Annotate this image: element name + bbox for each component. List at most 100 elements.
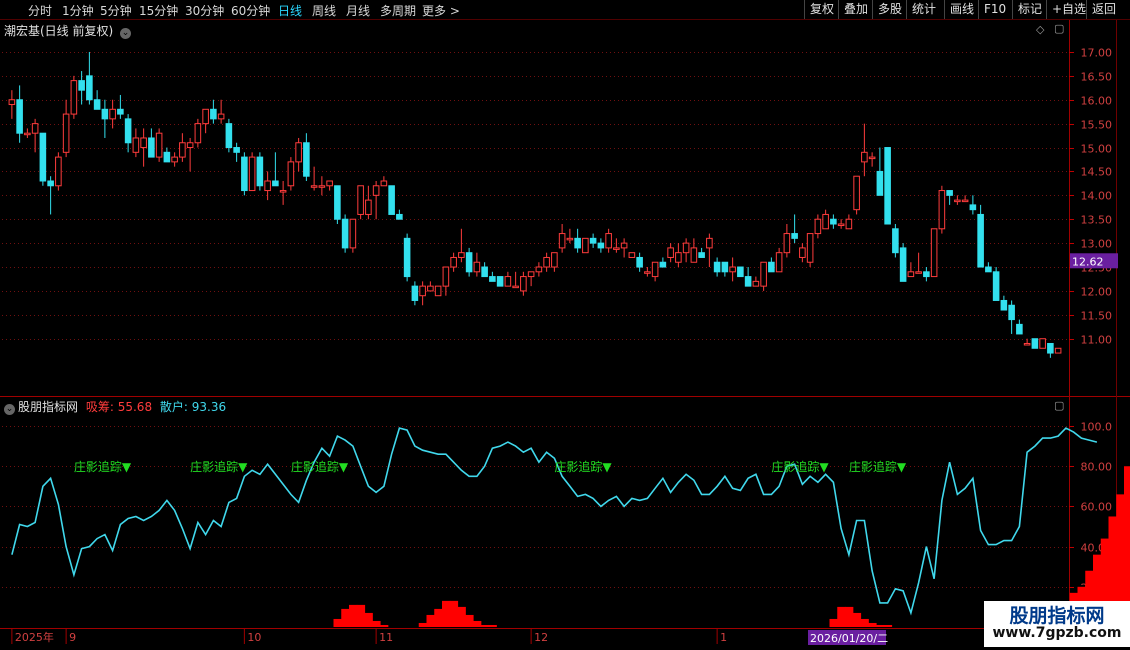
candle-body [496,276,504,287]
candle-body [899,247,907,282]
candle-body [117,108,124,115]
candle-body [155,132,163,158]
accumulate-bar [449,600,459,627]
candle-body [868,156,876,160]
candle-body [721,261,729,273]
candle-body [388,185,395,215]
candle-body [628,252,636,258]
accumulate-bar [883,624,893,627]
candle-body [667,247,674,258]
candle-body [535,266,543,273]
accumulate-bar [356,604,366,627]
candle-body [171,156,178,163]
candle-body [605,233,612,249]
x-axis-label: 10 [247,631,261,644]
candle-body [442,266,450,287]
accumulate-bar [418,622,428,627]
candle-body [93,99,101,110]
candle-body [1023,342,1031,346]
candle-body [233,147,240,153]
candle-body [760,261,767,287]
price-tick-label: 12.00 [1081,286,1113,299]
candle-body [597,242,605,249]
candle-body [70,80,78,115]
candle-body [791,233,798,239]
candle-body [822,213,829,230]
candle-body [31,123,39,134]
accumulate-bar [876,624,885,627]
candle-body [310,185,318,188]
candle-body [47,180,54,187]
candle-body [419,285,426,297]
candle-body [876,170,884,196]
accumulate-bar [465,614,474,627]
candle-body [434,285,442,297]
signal-label: 庄影追踪▼ [771,459,829,474]
candle-body [24,132,31,136]
candle-body [930,228,938,278]
accumulate-bar [341,608,350,627]
candle-body [241,156,248,192]
kline-chart[interactable]: 11.0011.5012.0012.5013.0013.5014.0014.50… [0,0,1130,650]
candle-body [78,80,85,91]
accumulate-bar [364,612,373,627]
candle-body [225,123,233,149]
x-axis-label: 2025年 [15,630,54,644]
candle-body [961,199,969,203]
candle-body [830,218,837,225]
candle-body [992,271,1000,301]
accumulate-bar [829,618,838,627]
signal-label: 庄影追踪▼ [849,459,907,474]
accumulate-bar [442,600,451,627]
price-tick-label: 14.50 [1081,166,1113,179]
candle-body [124,118,132,144]
candle-body [326,180,333,187]
x-axis-label: 11 [379,631,393,644]
accumulate-bar [457,606,466,627]
candle-body [690,247,698,263]
candle-body [520,276,527,292]
candle-body [1054,347,1062,354]
x-axis-label: 12 [534,631,548,644]
candle-body [938,190,946,230]
price-tick-label: 13.50 [1081,214,1113,227]
candle-body [907,271,915,278]
price-tick-label: 16.00 [1081,95,1113,108]
indicator-tick-label: 60.00 [1081,501,1113,514]
candle-body [861,151,868,163]
x-axis-label: 1 [720,631,727,644]
accumulate-bar [333,618,342,627]
candle-body [380,180,388,187]
price-marker: 12.62 [1072,255,1104,268]
candle-body [969,204,977,211]
candle-body [675,252,682,263]
accumulate-bar [380,624,389,627]
candle-body [148,137,155,158]
candle-body [558,233,566,249]
candle-body [589,237,597,244]
candle-body [954,199,961,203]
candle-body [659,261,667,268]
candle-body [923,271,930,278]
candle-body [217,113,225,120]
candle-body [16,99,23,134]
candle-body [186,142,194,149]
accumulate-bar [837,606,846,627]
candle-body [55,156,62,187]
candle-body [512,285,519,289]
candle-body [768,261,775,273]
price-tick-label: 11.00 [1081,334,1113,347]
candle-body [752,280,760,287]
accumulate-bar [349,604,358,627]
signal-label: 庄影追踪▼ [291,459,349,474]
candle-body [163,151,171,163]
candle-body [341,218,349,249]
price-tick-label: 11.50 [1081,310,1113,323]
candle-body [334,185,341,220]
candle-body [372,185,380,196]
price-tick-label: 13.00 [1081,238,1113,251]
candle-body [884,147,891,225]
candle-body [636,256,643,268]
candle-body [489,276,496,282]
candle-body [202,108,209,125]
